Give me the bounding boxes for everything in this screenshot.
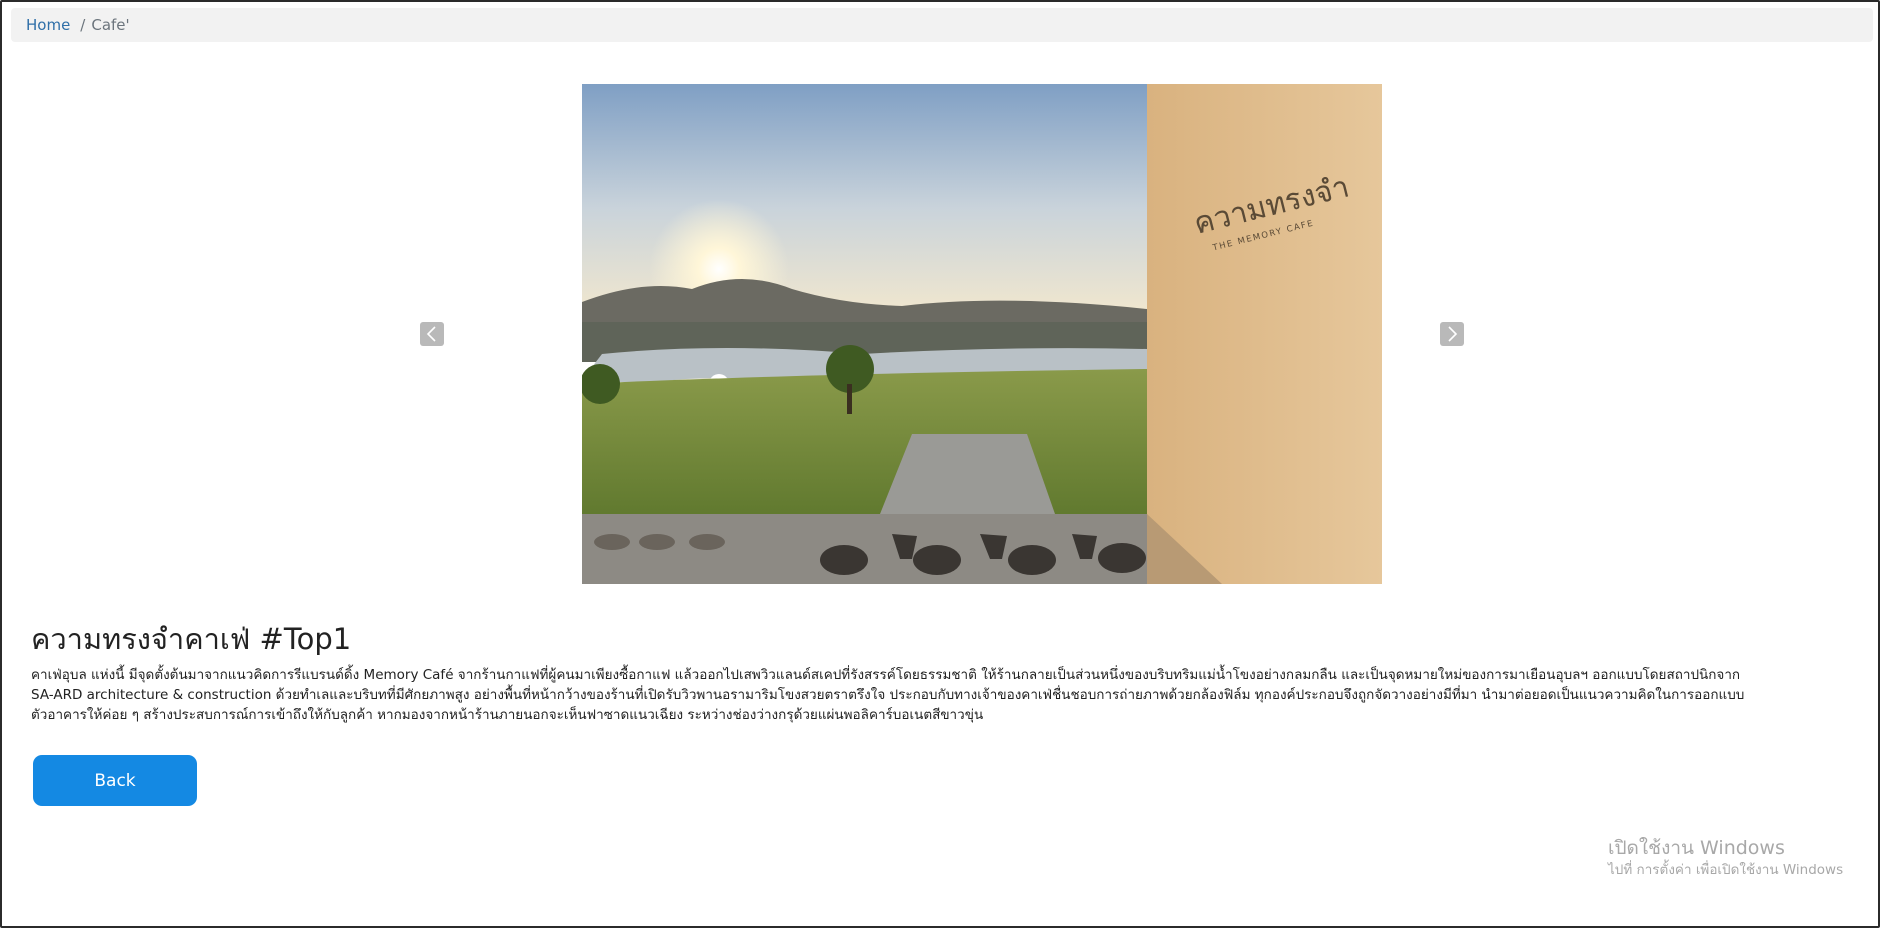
image-carousel: ความทรงจำ THE MEMORY CAFE xyxy=(412,82,1472,586)
chevron-right-icon xyxy=(1448,326,1458,342)
breadcrumb-current: Cafe' xyxy=(91,16,130,34)
back-button[interactable]: Back xyxy=(33,755,197,806)
breadcrumb-home-link[interactable]: Home xyxy=(26,16,70,34)
chevron-left-icon xyxy=(426,326,436,342)
carousel-next-button[interactable] xyxy=(1440,322,1464,346)
page-frame: Home / Cafe' ความทรงจำ THE MEMORY CAFE ค… xyxy=(0,0,1880,928)
carousel-slide-image: ความทรงจำ THE MEMORY CAFE xyxy=(582,84,1382,584)
article-description: คาเฟ่อุบล แห่งนี้ มีจุดตั้งต้นมาจากแนวคิ… xyxy=(31,667,1745,723)
windows-activation-watermark: เปิดใช้งาน Windows ไปที่ การตั้งค่า เพื่… xyxy=(1608,836,1843,880)
cafe-photo: ความทรงจำ THE MEMORY CAFE xyxy=(582,84,1382,584)
watermark-title: เปิดใช้งาน Windows xyxy=(1608,837,1785,859)
carousel-prev-button[interactable] xyxy=(420,322,444,346)
breadcrumb: Home / Cafe' xyxy=(11,8,1873,42)
watermark-subtitle: ไปที่ การตั้งค่า เพื่อเปิดใช้งาน Windows xyxy=(1608,862,1844,878)
article-title: ความทรงจำคาเฟ่ #Top1 xyxy=(31,622,352,656)
breadcrumb-separator: / xyxy=(80,16,86,34)
